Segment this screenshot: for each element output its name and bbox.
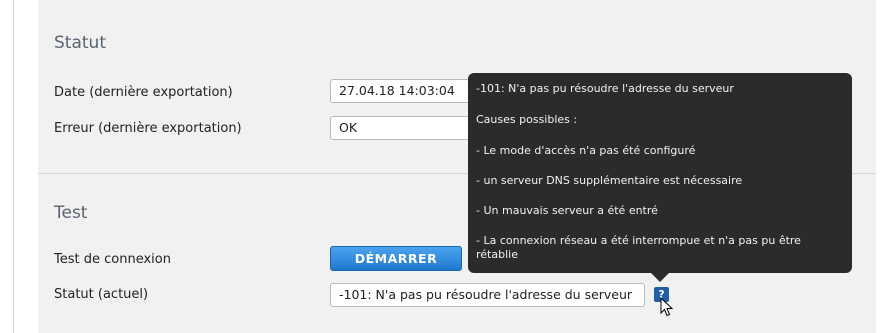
last-export-error-label: Erreur (dernière exportation) [54,121,242,136]
current-status-label: Statut (actuel) [54,287,149,302]
tooltip-cause-item: - Un mauvais serveur a été entré [476,204,658,217]
status-section-title: Statut [54,33,106,53]
start-test-button[interactable]: DÉMARRER [330,246,462,271]
tooltip-arrow [651,273,669,282]
tooltip-cause-item: - La connexion réseau a été interrompue … [476,234,801,261]
connection-test-label: Test de connexion [54,252,171,267]
tooltip-cause-item: - un serveur DNS supplémentaire est néce… [476,174,743,187]
last-export-date-label: Date (dernière exportation) [54,85,233,100]
tooltip-causes-heading: Causes possibles : [476,113,578,126]
test-section-title: Test [54,203,88,223]
last-export-error-field[interactable]: OK [330,116,470,140]
page-left-border [13,0,14,333]
last-export-date-field[interactable]: 27.04.18 14:03:04 [330,79,470,103]
tooltip-error-line: -101: N'a pas pu résoudre l'adresse du s… [476,82,734,95]
mouse-pointer-icon [660,297,674,317]
error-help-tooltip: -101: N'a pas pu résoudre l'adresse du s… [468,73,852,273]
tooltip-cause-item: - Le mode d'accès n'a pas été configuré [476,144,696,157]
current-status-field[interactable]: -101: N'a pas pu résoudre l'adresse du s… [330,283,645,307]
